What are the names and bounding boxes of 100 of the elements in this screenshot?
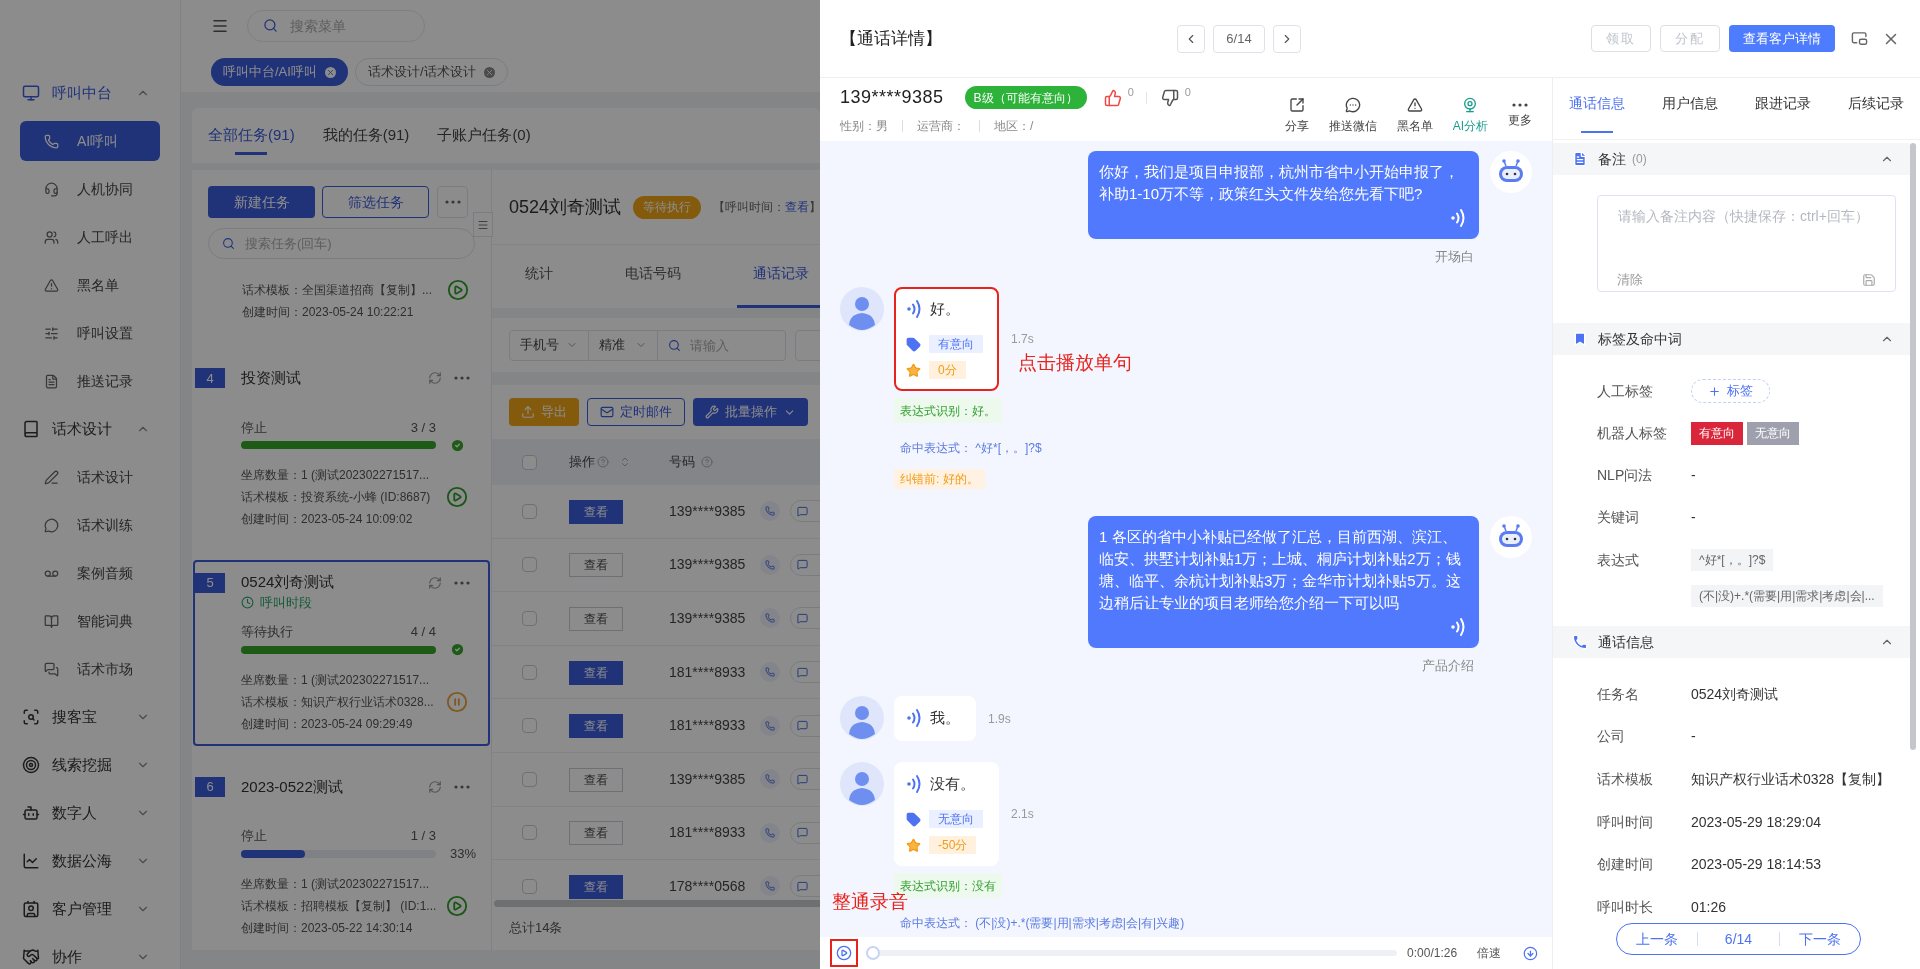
close-icon[interactable] [483, 66, 495, 78]
mail-button[interactable]: 定时邮件 [587, 398, 685, 426]
checkbox[interactable] [522, 557, 537, 573]
sidebar-group[interactable]: 搜客宝 [0, 693, 180, 741]
close-icon[interactable] [324, 66, 336, 78]
checkbox[interactable] [522, 825, 537, 841]
next-button[interactable] [1273, 24, 1301, 53]
audio-track[interactable] [865, 946, 1398, 960]
call-action[interactable]: 黑名单 [1396, 96, 1433, 135]
checkbox[interactable] [522, 771, 537, 787]
view-button[interactable]: 查看 [569, 874, 623, 899]
sidebar-item[interactable]: 推送记录 [20, 361, 160, 401]
view-button[interactable]: 查看 [569, 767, 623, 792]
checkbox[interactable] [522, 611, 537, 626]
collapse-toggle[interactable] [473, 212, 493, 237]
checkbox[interactable] [522, 454, 537, 470]
info-tab[interactable]: 用户信息 [1662, 78, 1718, 139]
sidebar-item[interactable]: 呼叫设置 [20, 313, 160, 353]
view-button[interactable]: 查看 [569, 607, 623, 631]
refresh-icon[interactable] [428, 779, 442, 794]
sidebar-item[interactable]: 话术市场 [20, 649, 160, 689]
info-tab[interactable]: 后续记录 [1848, 78, 1904, 139]
phone-icon[interactable] [760, 822, 780, 843]
sidebar-group[interactable]: 客户管理 [0, 885, 180, 933]
sort-icon[interactable] [619, 456, 631, 468]
more-icon[interactable] [454, 580, 470, 585]
phone-icon[interactable] [760, 769, 780, 790]
phone-icon[interactable] [760, 554, 780, 575]
sidebar-item[interactable]: 话术训练 [20, 505, 160, 545]
detail-tab[interactable]: 电话号码 [609, 245, 697, 308]
info-tab[interactable]: 通话信息 [1569, 78, 1625, 139]
task-card[interactable]: 6 2023-0522测试 停止 1 / 3 33% 坐席数量：1 (测试202302271517... 话术模板：招聘模板【复制】 (ID:1... 创建时间：2023-05-22 14:30:14 [193, 763, 490, 950]
phone-icon[interactable] [760, 662, 780, 683]
more-icon[interactable] [454, 376, 470, 381]
thumbs-down-icon[interactable] [1160, 88, 1179, 107]
header-button[interactable]: 查看客户详情 [1729, 25, 1835, 52]
sidebar-item[interactable]: 话术设计 [20, 457, 160, 497]
user-message-bubble[interactable]: 好。 有意向 0分 [894, 287, 999, 391]
thumbs-up-icon[interactable] [1103, 88, 1122, 107]
play-button[interactable] [830, 939, 858, 967]
page-tab[interactable]: 呼叫中台/AI呼叫 [211, 58, 348, 86]
sidebar-item[interactable]: 人工呼出 [20, 217, 160, 257]
more-button[interactable] [437, 186, 468, 218]
speed-button[interactable]: 倍速 [1477, 944, 1502, 962]
field-select[interactable]: 手机号 [509, 329, 589, 361]
sidebar-item[interactable]: AI呼叫 [20, 121, 160, 161]
view-button[interactable]: 查看 [569, 499, 623, 524]
filter-task-button[interactable]: 筛选任务 [322, 186, 429, 218]
save-icon[interactable] [1862, 273, 1876, 287]
sidebar-group[interactable]: 协作 [0, 933, 180, 969]
call-action[interactable]: AI分析 [1452, 96, 1488, 135]
task-tab[interactable]: 子账户任务(0) [437, 108, 531, 163]
checkbox[interactable] [522, 664, 537, 680]
new-task-button[interactable]: 新建任务 [208, 186, 315, 218]
play-icon[interactable] [446, 486, 468, 509]
download-icon[interactable] [1523, 945, 1538, 961]
refresh-icon[interactable] [428, 575, 442, 590]
play-icon[interactable] [446, 894, 468, 917]
checkbox[interactable] [522, 878, 537, 894]
task-tab[interactable]: 我的任务(91) [322, 108, 410, 163]
task-card[interactable]: 5 0524刘奇测试 呼叫时段 等待执行 4 / 4 坐席数量：1 (测试202302271517... 话术模板：知识产权行业话术0328... 创建时间：2023-05-24 09:29:49 [193, 559, 490, 746]
call-action[interactable]: 推送微信 [1328, 96, 1377, 135]
window-icon[interactable] [1851, 30, 1868, 47]
sidebar-group[interactable]: 线索挖掘 [0, 741, 180, 789]
refresh-icon[interactable] [428, 371, 442, 386]
sidebar-item[interactable]: 黑名单 [20, 265, 160, 305]
batch-button[interactable]: 批量操作 [693, 398, 808, 426]
checkbox[interactable] [522, 503, 537, 519]
pause-icon[interactable] [446, 690, 468, 713]
sidebar-item[interactable]: 人机协同 [20, 169, 160, 209]
next-link[interactable]: 下一条 [1779, 928, 1860, 950]
sidebar-item[interactable]: 智能词典 [20, 601, 160, 641]
view-button[interactable]: 查看 [569, 821, 623, 846]
sidebar-group[interactable]: 数字人 [0, 789, 180, 837]
clear-link[interactable]: 清除 [1617, 269, 1643, 289]
user-message-bubble[interactable]: 我。 [894, 696, 976, 741]
sidebar-group[interactable]: 话术设计 [0, 405, 180, 453]
play-icon[interactable] [447, 279, 469, 302]
call-action[interactable]: 更多 [1508, 102, 1532, 129]
view-button[interactable]: 查看 [569, 660, 623, 685]
phone-icon[interactable] [760, 501, 780, 522]
detail-tab[interactable]: 统计 [509, 245, 569, 308]
section-header[interactable]: 通话信息 [1553, 626, 1910, 658]
phone-icon[interactable] [760, 608, 780, 629]
phone-icon[interactable] [760, 876, 780, 897]
sidebar-group[interactable]: 数据公海 [0, 837, 180, 885]
view-button[interactable]: 查看 [569, 553, 623, 578]
call-action[interactable]: 分享 [1284, 96, 1309, 135]
previous-link[interactable]: 上一条 [1617, 928, 1698, 950]
sidebar-item[interactable]: 案例音频 [20, 553, 160, 593]
audio-thumb[interactable] [865, 946, 880, 960]
match-select[interactable]: 精准 [589, 329, 658, 361]
info-tab[interactable]: 跟进记录 [1755, 78, 1811, 139]
section-header[interactable]: 备注 (0) [1553, 143, 1910, 175]
sidebar-group[interactable]: 呼叫中台 [0, 69, 180, 117]
task-card[interactable]: 话术模板：全国渠道招商【复制】... 创建时间：2023-05-24 10:22:21 [193, 268, 490, 338]
task-card[interactable]: 4 投资测试 停止 3 / 3 坐席数量：1 (测试202302271517... 话术模板：投资系统-小蜂 (ID:8687) 创建时间：2023-05-24 10:09:02 [193, 355, 490, 542]
previous-button[interactable] [1177, 24, 1205, 53]
phone-icon[interactable] [760, 715, 780, 736]
call-time-link[interactable]: 查看 [785, 198, 810, 216]
